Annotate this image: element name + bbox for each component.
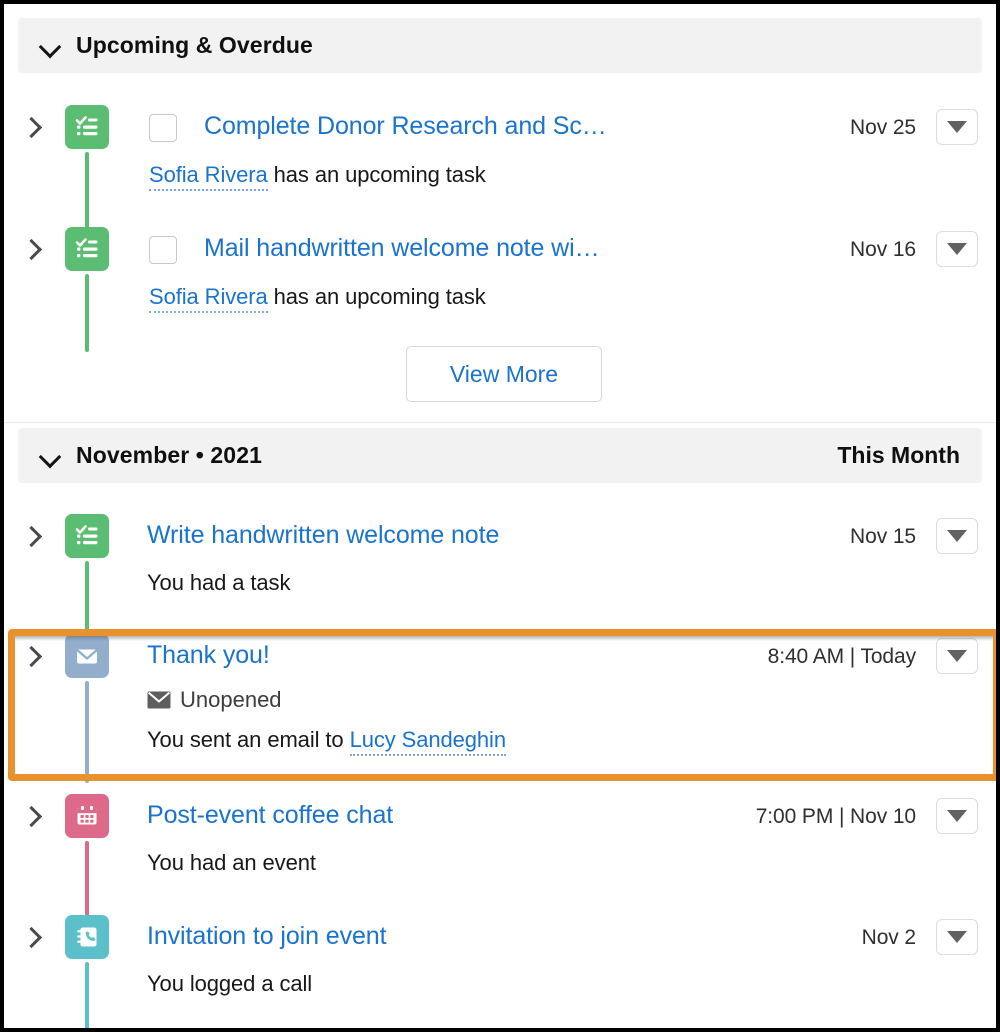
contact-link[interactable]: Sofia Rivera: [149, 162, 268, 191]
chevron-down-icon[interactable]: [40, 35, 62, 57]
timeline-row-task-mail-handwritten-note[interactable]: Mail handwritten welcome note wi… Sofia …: [4, 226, 996, 352]
row-subtitle-rest: You sent an email to: [147, 727, 350, 752]
row-actions-dropdown-button[interactable]: [936, 638, 978, 674]
row-title-link[interactable]: Mail handwritten welcome note wi…: [204, 234, 600, 263]
timeline-connector-line: [85, 841, 89, 921]
expand-row-chevron-icon[interactable]: [22, 645, 42, 667]
email-envelope-icon: [65, 634, 109, 678]
email-status: Unopened: [147, 687, 282, 713]
expand-row-chevron-icon[interactable]: [22, 805, 42, 827]
contact-link[interactable]: Lucy Sandeghin: [349, 727, 506, 756]
timeline-row-task-write-handwritten-note[interactable]: Write handwritten welcome note You had a…: [4, 513, 996, 641]
row-subtitle: You sent an email to Lucy Sandeghin: [147, 727, 506, 756]
timeline-row-call-invitation-to-join-event[interactable]: Invitation to join event You logged a ca…: [4, 914, 996, 1028]
call-log-icon: [65, 915, 109, 959]
view-more-button[interactable]: View More: [406, 346, 602, 402]
row-title-link[interactable]: Thank you!: [147, 641, 270, 670]
row-subtitle: Sofia Rivera has an upcoming task: [149, 162, 486, 191]
contact-link[interactable]: Sofia Rivera: [149, 284, 268, 313]
section-divider: [4, 422, 996, 423]
row-actions-dropdown-button[interactable]: [936, 919, 978, 955]
chevron-down-icon[interactable]: [40, 445, 62, 467]
row-date: 7:00 PM | Nov 10: [755, 805, 916, 828]
row-actions-dropdown-button[interactable]: [936, 109, 978, 145]
row-subtitle: Sofia Rivera has an upcoming task: [149, 284, 486, 313]
task-checkbox[interactable]: [149, 114, 177, 142]
expand-row-chevron-icon[interactable]: [22, 238, 42, 260]
expand-row-chevron-icon[interactable]: [22, 926, 42, 948]
task-checkbox[interactable]: [149, 236, 177, 264]
timeline-row-task-complete-donor-research[interactable]: Complete Donor Research and Sc… Sofia Ri…: [4, 104, 996, 238]
row-subtitle: You had a task: [147, 570, 291, 595]
row-date: Nov 2: [861, 926, 916, 949]
row-subtitle-rest: has an upcoming task: [267, 162, 486, 187]
row-date: Nov 16: [850, 238, 916, 261]
task-checklist-icon: [65, 514, 109, 558]
calendar-event-icon: [65, 794, 109, 838]
row-title-link[interactable]: Invitation to join event: [147, 922, 387, 951]
row-subtitle: You logged a call: [147, 971, 313, 996]
email-status-label: Unopened: [180, 687, 282, 712]
row-title-link[interactable]: Post-event coffee chat: [147, 801, 393, 830]
row-actions-dropdown-button[interactable]: [936, 518, 978, 554]
timeline-row-email-thank-you[interactable]: Thank you! Unopened You sent an email to…: [4, 633, 996, 783]
row-date: Nov 15: [850, 525, 916, 548]
timeline-connector-line: [85, 681, 89, 783]
expand-row-chevron-icon[interactable]: [22, 525, 42, 547]
row-actions-dropdown-button[interactable]: [936, 231, 978, 267]
task-checklist-icon: [65, 105, 109, 149]
timeline-connector-line: [85, 962, 89, 1028]
section-right-label: This Month: [837, 442, 960, 468]
section-title: Upcoming & Overdue: [76, 32, 313, 58]
activity-timeline-panel: Upcoming & Overdue Complete Donor Resear…: [0, 0, 1000, 1032]
section-header-upcoming-overdue[interactable]: Upcoming & Overdue: [18, 18, 982, 73]
row-title-link[interactable]: Complete Donor Research and Sc…: [204, 112, 607, 141]
row-title-link[interactable]: Write handwritten welcome note: [147, 521, 499, 550]
section-header-november-2021[interactable]: November • 2021 This Month: [18, 428, 982, 483]
row-subtitle: You had an event: [147, 850, 316, 875]
row-actions-dropdown-button[interactable]: [936, 798, 978, 834]
timeline-connector-line: [85, 561, 89, 641]
section-title: November • 2021: [76, 442, 262, 468]
envelope-icon: [147, 691, 171, 709]
row-date: 8:40 AM | Today: [767, 645, 916, 668]
expand-row-chevron-icon[interactable]: [22, 116, 42, 138]
task-checklist-icon: [65, 227, 109, 271]
timeline-row-event-post-event-coffee-chat[interactable]: Post-event coffee chat You had an event …: [4, 793, 996, 921]
row-subtitle-rest: has an upcoming task: [267, 284, 486, 309]
timeline-connector-line: [85, 274, 89, 352]
row-date: Nov 25: [850, 116, 916, 139]
